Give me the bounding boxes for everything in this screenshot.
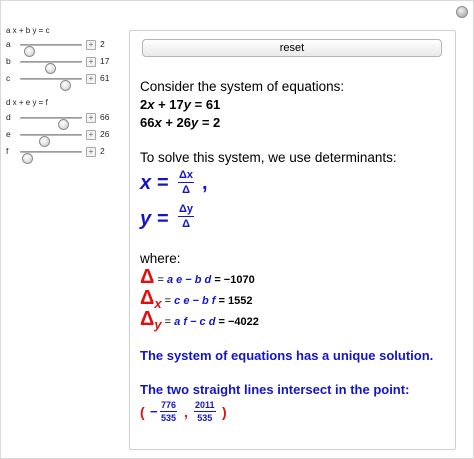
point-x-sign: − — [150, 404, 158, 419]
slider-e-value: 26 — [100, 129, 110, 139]
delta-result: = −1070 — [214, 274, 255, 286]
slider-d[interactable] — [20, 117, 82, 130]
eq1-rhs: = 61 — [191, 97, 221, 112]
slider-row-f: f + 2 — [6, 145, 116, 164]
x-formula: x = Δx Δ , — [140, 169, 260, 200]
y-formula-numerator: Δy — [179, 203, 194, 215]
slider-c-value: 61 — [100, 73, 110, 83]
slider-a-expand-icon[interactable]: + — [86, 40, 96, 50]
y-formula: y = Δy Δ — [140, 203, 260, 236]
slider-c-thumb[interactable] — [60, 80, 71, 91]
equation-2-label: d x + e y = f — [6, 98, 48, 107]
slider-c-label: c — [6, 73, 11, 83]
slider-a-label: a — [6, 39, 11, 49]
determinant-row: Δ = a e − b d = −1070 — [140, 266, 255, 289]
delta-y-eq: = — [164, 316, 172, 328]
point-x-denominator: 535 — [161, 413, 177, 423]
point-y-fraction: 2011 535 — [194, 400, 216, 423]
slider-c[interactable] — [20, 78, 82, 91]
determinant-y-row: Δy = a f − c d = −4022 — [140, 308, 259, 332]
delta-y-expression: a f − c d — [174, 316, 216, 328]
x-formula-comma: , — [202, 172, 208, 194]
point-x-numerator: 776 — [161, 400, 177, 410]
method-text: To solve this system, we use determinant… — [140, 150, 397, 165]
x-formula-numerator: Δx — [179, 169, 194, 181]
x-formula-bar — [178, 182, 195, 183]
slider-b-value: 17 — [100, 56, 110, 66]
slider-c-expand-icon[interactable]: + — [86, 74, 96, 84]
point-x-fraction: 776 535 — [160, 400, 178, 423]
slider-e-label: e — [6, 129, 11, 139]
eq1-var-y: y — [183, 97, 191, 112]
slider-a-value: 2 — [100, 39, 105, 49]
reset-button[interactable]: reset — [142, 39, 442, 57]
y-formula-bar — [178, 216, 195, 217]
eq2-var-x: x — [154, 115, 162, 130]
options-icon[interactable] — [456, 6, 468, 18]
delta-y-symbol: Δ — [140, 308, 155, 330]
equation-2: 66x + 26y = 2 — [140, 115, 220, 130]
slider-f-thumb[interactable] — [22, 153, 33, 164]
eq2-rhs: = 2 — [198, 115, 221, 130]
where-text: where: — [140, 251, 181, 266]
delta-x-eq: = — [164, 295, 172, 307]
delta-x-expression: c e − b f — [174, 295, 216, 307]
delta-x-symbol: Δ — [140, 287, 155, 309]
slider-b-expand-icon[interactable]: + — [86, 57, 96, 67]
slider-e-expand-icon[interactable]: + — [86, 130, 96, 140]
slider-f-label: f — [6, 146, 9, 156]
delta-y-subscript: y — [154, 317, 162, 332]
slider-d-expand-icon[interactable]: + — [86, 113, 96, 123]
slider-f-value: 2 — [100, 146, 105, 156]
slider-a[interactable] — [20, 44, 82, 57]
slider-f[interactable] — [20, 151, 82, 164]
x-formula-var: x — [140, 172, 152, 194]
delta-x-result: = 1552 — [218, 295, 253, 307]
slider-d-value: 66 — [100, 112, 110, 122]
intersect-message: The two straight lines intersect in the … — [140, 382, 410, 397]
x-formula-fraction: Δx Δ — [178, 169, 195, 196]
slider-row-e: e + 26 — [6, 128, 116, 147]
x-formula-eq: = — [157, 172, 169, 194]
point-x-bar — [160, 411, 178, 412]
y-formula-var: y — [140, 208, 152, 230]
y-formula-eq: = — [157, 208, 169, 230]
slider-e[interactable] — [20, 134, 82, 147]
equation-1-label: a x + b y = c — [6, 26, 50, 35]
point-y-bar — [194, 411, 216, 412]
slider-f-expand-icon[interactable]: + — [86, 147, 96, 157]
slider-d-label: d — [6, 112, 11, 122]
slider-b-label: b — [6, 56, 11, 66]
point-open-paren: ( — [140, 404, 145, 420]
y-formula-denominator: Δ — [182, 218, 190, 230]
delta-expression: a e − b d — [166, 274, 212, 286]
delta-y-result: = −4022 — [218, 316, 259, 328]
point-y-numerator: 2011 — [195, 400, 215, 410]
eq1-plus: + — [154, 97, 170, 112]
slider-row-d: d + 66 — [6, 111, 116, 130]
delta-symbol: Δ — [140, 266, 155, 288]
slider-row-b: b + 17 — [6, 55, 116, 74]
x-formula-denominator: Δ — [182, 184, 190, 196]
controls-panel: a x + b y = c a + 2 b + 17 c + 61 d x + … — [0, 0, 118, 459]
slider-row-c: c + 61 — [6, 72, 116, 91]
point-y-denominator: 535 — [197, 413, 213, 423]
slider-b[interactable] — [20, 61, 82, 74]
eq1-coef-y: 17 — [169, 97, 184, 112]
eq2-plus: + — [161, 115, 177, 130]
intersection-point: ( − 776 535 , 2011 535 ) — [140, 400, 250, 428]
y-formula-fraction: Δy Δ — [178, 203, 195, 230]
slider-row-a: a + 2 — [6, 38, 116, 57]
solution-message: The system of equations has a unique sol… — [140, 348, 434, 363]
eq2-coef-y: 26 — [176, 115, 191, 130]
delta-eq: = — [157, 274, 164, 286]
point-comma: , — [184, 404, 188, 420]
point-close-paren: ) — [222, 404, 227, 420]
output-panel: reset Consider the system of equations: … — [129, 30, 456, 450]
eq2-coef-x: 66 — [140, 115, 155, 130]
intro-text: Consider the system of equations: — [140, 79, 345, 94]
equation-1: 2x + 17y = 61 — [140, 97, 220, 112]
